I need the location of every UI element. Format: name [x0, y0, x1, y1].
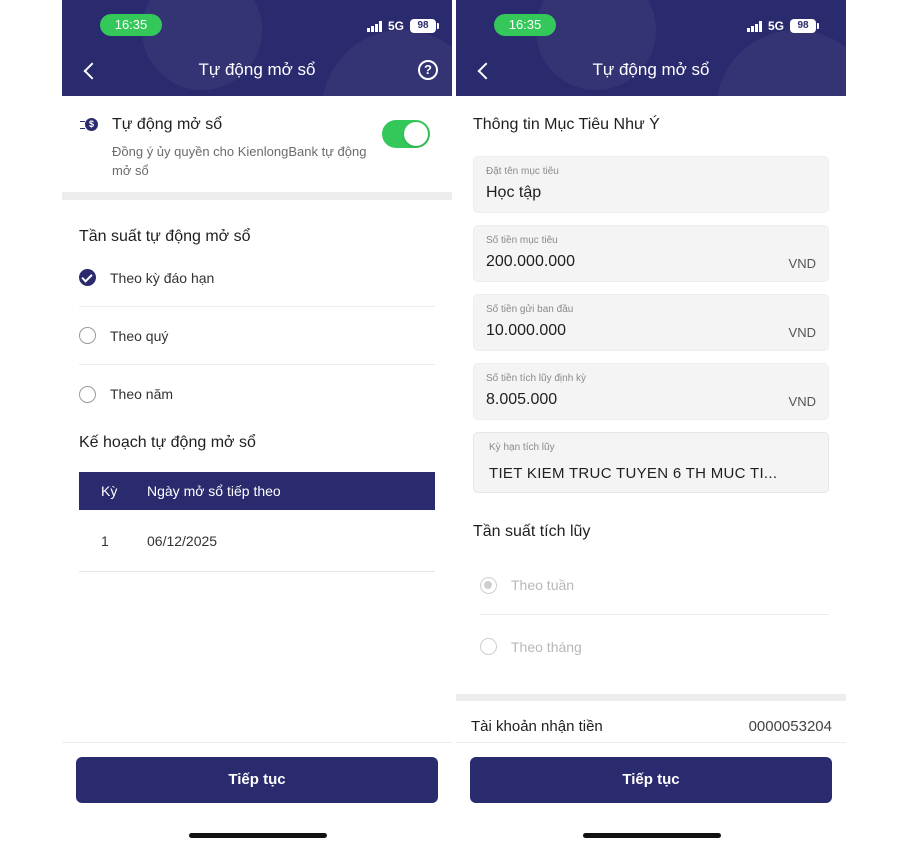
- page-title: Tự động mở sổ: [198, 60, 316, 79]
- currency-unit: VND: [788, 256, 816, 271]
- field-value: 8.005.000: [486, 391, 558, 408]
- account-label: Tài khoản nhận tiền: [471, 718, 603, 735]
- radio-selected-disabled-icon: [480, 576, 497, 594]
- battery-icon: 98: [790, 19, 819, 33]
- radio-label: Theo quý: [110, 327, 169, 344]
- table-header: Kỳ Ngày mở sổ tiếp theo: [79, 472, 435, 510]
- auto-open-title: Tự động mở sổ: [112, 116, 223, 133]
- goal-amount-field[interactable]: Số tiền mục tiêu 200.000.000 VND: [473, 225, 829, 282]
- currency-unit: VND: [788, 394, 816, 409]
- plan-title: Kế hoạch tự động mở sổ: [79, 434, 256, 451]
- page-title: Tự động mở sổ: [592, 60, 710, 79]
- field-value: TIET KIEM TRUC TUYEN 6 TH MUC TI...: [489, 465, 778, 482]
- battery-icon: 98: [410, 19, 439, 33]
- auto-open-description: Đồng ý ủy quyền cho KienlongBank tự động…: [112, 144, 367, 178]
- field-label: Số tiền gửi ban đầu: [486, 304, 574, 315]
- radio-label: Theo năm: [110, 386, 174, 402]
- section-divider: [456, 694, 846, 701]
- home-indicator: [189, 833, 327, 838]
- footer-divider: [62, 742, 452, 743]
- status-time: 16:35: [494, 14, 556, 36]
- plan-table: Kỳ Ngày mở sổ tiếp theo 1 06/12/2025: [79, 472, 435, 572]
- table-row: 1 06/12/2025: [79, 510, 435, 572]
- column-header-next-date: Ngày mở sổ tiếp theo: [147, 483, 281, 499]
- cell-next-date: 06/12/2025: [147, 532, 218, 549]
- savings-coin-icon: $: [80, 118, 98, 132]
- goal-info-title: Thông tin Mục Tiêu Như Ý: [473, 116, 660, 133]
- field-label: Số tiền mục tiêu: [486, 235, 558, 246]
- toggle-knob: [404, 122, 428, 146]
- field-label: Số tiền tích lũy định kỳ: [486, 373, 587, 384]
- initial-deposit-field[interactable]: Số tiền gửi ban đầu 10.000.000 VND: [473, 294, 829, 351]
- signal-icon: [366, 20, 382, 32]
- radio-label: Theo tháng: [511, 638, 582, 655]
- continue-button[interactable]: Tiếp tục: [470, 757, 832, 803]
- field-value: 10.000.000: [486, 322, 567, 339]
- radio-unchecked-icon: [480, 638, 497, 655]
- field-label: Đặt tên mục tiêu: [486, 166, 559, 177]
- radio-unchecked-icon: [79, 327, 96, 344]
- app-header: 16:35 5G 98 Tự động mở sổ ?: [62, 0, 452, 96]
- cell-period: 1: [101, 532, 109, 549]
- status-indicators: 5G 98: [366, 16, 439, 36]
- periodic-amount-field[interactable]: Số tiền tích lũy định kỳ 8.005.000 VND: [473, 363, 829, 420]
- term-field[interactable]: Kỳ hạn tích lũy TIET KIEM TRUC TUYEN 6 T…: [473, 432, 829, 493]
- field-value: 200.000.000: [486, 253, 575, 270]
- auto-open-toggle[interactable]: [382, 120, 430, 148]
- home-indicator: [583, 833, 721, 838]
- currency-unit: VND: [788, 325, 816, 340]
- column-header-period: Kỳ: [101, 483, 118, 499]
- auto-open-setting: $ Tự động mở sổ Đồng ý ủy quyền cho Kien…: [62, 96, 452, 200]
- field-value: Học tập: [486, 184, 542, 201]
- frequency-title: Tần suất tự động mở sổ: [79, 228, 251, 245]
- footer-divider: [456, 742, 846, 743]
- radio-label: Theo tuần: [511, 577, 575, 593]
- receiving-account-row: Tài khoản nhận tiền 0000053204: [471, 718, 832, 735]
- continue-button[interactable]: Tiếp tục: [76, 757, 438, 803]
- radio-checked-icon: [79, 269, 96, 286]
- network-label: 5G: [767, 19, 784, 33]
- status-indicators: 5G 98: [746, 16, 819, 36]
- radio-option-quarter[interactable]: Theo quý: [79, 307, 435, 365]
- status-time: 16:35: [100, 14, 162, 36]
- radio-label: Theo kỳ đáo hạn: [110, 269, 215, 286]
- accumulation-title: Tần suất tích lũy: [473, 523, 591, 540]
- account-number: 0000053204: [748, 718, 832, 735]
- radio-option-maturity[interactable]: Theo kỳ đáo hạn: [79, 249, 435, 307]
- field-label: Kỳ hạn tích lũy: [489, 442, 555, 453]
- radio-option-year[interactable]: Theo năm: [79, 365, 435, 423]
- radio-option-weekly[interactable]: Theo tuần: [480, 556, 829, 615]
- signal-icon: [746, 20, 762, 32]
- goal-name-field[interactable]: Đặt tên mục tiêu Học tập: [473, 156, 829, 213]
- network-label: 5G: [387, 19, 404, 33]
- app-header: 16:35 5G 98 Tự động mở sổ: [456, 0, 846, 96]
- screen-auto-open-settings: 16:35 5G 98 Tự động mở sổ ? $ Tự động mở…: [62, 0, 452, 849]
- help-icon[interactable]: ?: [418, 60, 438, 80]
- radio-unchecked-icon: [79, 385, 96, 403]
- screen-goal-info: 16:35 5G 98 Tự động mở sổ Thông tin Mục …: [456, 0, 846, 849]
- radio-option-monthly[interactable]: Theo tháng: [480, 617, 829, 676]
